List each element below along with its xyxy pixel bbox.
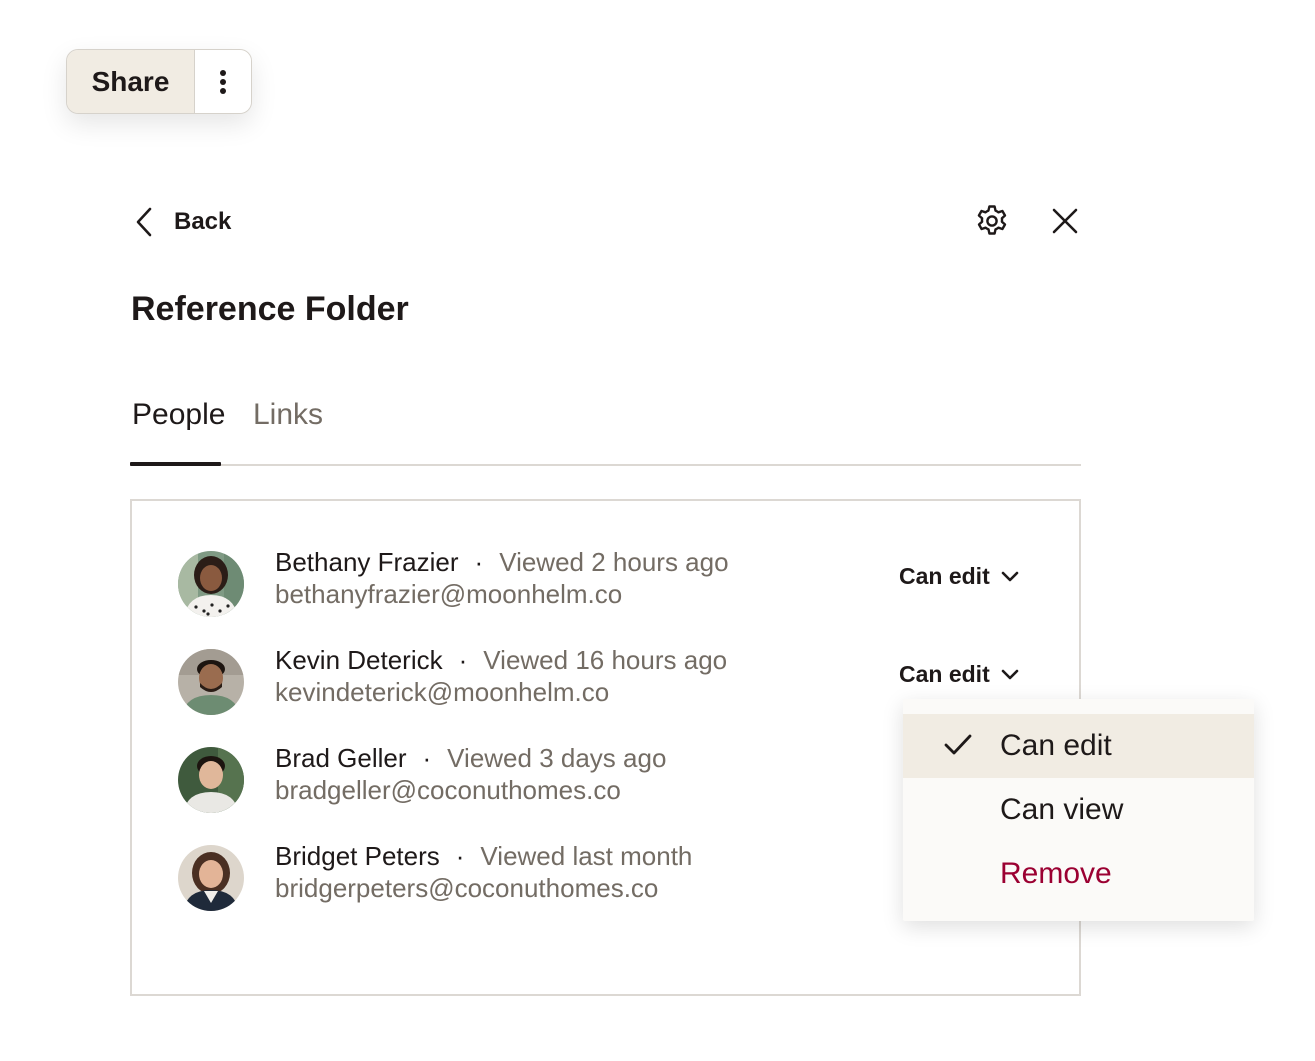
chevron-left-icon [136,207,152,237]
share-button-group: Share [66,49,252,114]
tab-divider [130,464,1081,466]
separator-dot: · [458,645,468,675]
menu-item-label: Remove [1000,857,1112,890]
separator-dot: · [474,547,484,577]
person-name: Bethany Frazier [275,547,459,577]
menu-item-can-view[interactable]: Can view [903,778,1254,842]
avatar [178,551,244,617]
menu-item-can-edit[interactable]: Can edit [903,714,1254,778]
separator-dot: · [422,743,432,773]
avatar [178,845,244,911]
person-name: Bridget Peters [275,841,440,871]
permission-dropdown[interactable]: Can edit [899,563,1020,590]
permission-menu: Can edit Can view Remove [903,699,1254,921]
vertical-dots-icon [220,69,226,94]
person-email: kevindeterick@moonhelm.co [275,677,610,707]
active-tab-indicator [130,462,221,466]
tab-bar: People Links [130,398,1081,466]
avatar [178,649,244,715]
chevron-down-icon [1001,571,1019,581]
share-button[interactable]: Share [67,50,195,113]
gear-icon [977,205,1007,235]
last-viewed: Viewed last month [480,841,693,871]
person-email: bethanyfrazier@moonhelm.co [275,579,623,609]
last-viewed: Viewed 16 hours ago [483,645,728,675]
last-viewed: Viewed 3 days ago [447,743,667,773]
menu-item-label: Can edit [1000,729,1112,762]
person-email: bridgerpeters@coconuthomes.co [275,873,659,903]
list-item: Bethany Frazier · Viewed 2 hours ago betha… [132,547,1079,617]
permission-label: Can edit [899,661,990,687]
more-options-button[interactable] [195,50,251,113]
tab-people[interactable]: People [132,398,225,432]
permission-dropdown[interactable]: Can edit [899,661,1020,688]
last-viewed: Viewed 2 hours ago [499,547,729,577]
person-email: bradgeller@coconuthomes.co [275,775,621,805]
back-label: Back [174,208,232,235]
menu-item-label: Can view [1000,793,1124,826]
close-icon [1052,208,1078,234]
checkmark-icon [944,734,972,755]
menu-item-remove[interactable]: Remove [903,842,1254,906]
permission-label: Can edit [899,563,990,589]
back-button[interactable]: Back [132,203,231,241]
person-name: Brad Geller [275,743,407,773]
person-name: Kevin Deterick [275,645,443,675]
tab-links[interactable]: Links [253,398,323,432]
close-button[interactable] [1047,203,1083,239]
chevron-down-icon [1001,669,1019,679]
separator-dot: · [455,841,465,871]
settings-button[interactable] [974,203,1010,239]
page-title: Reference Folder [131,290,409,328]
avatar [178,747,244,813]
